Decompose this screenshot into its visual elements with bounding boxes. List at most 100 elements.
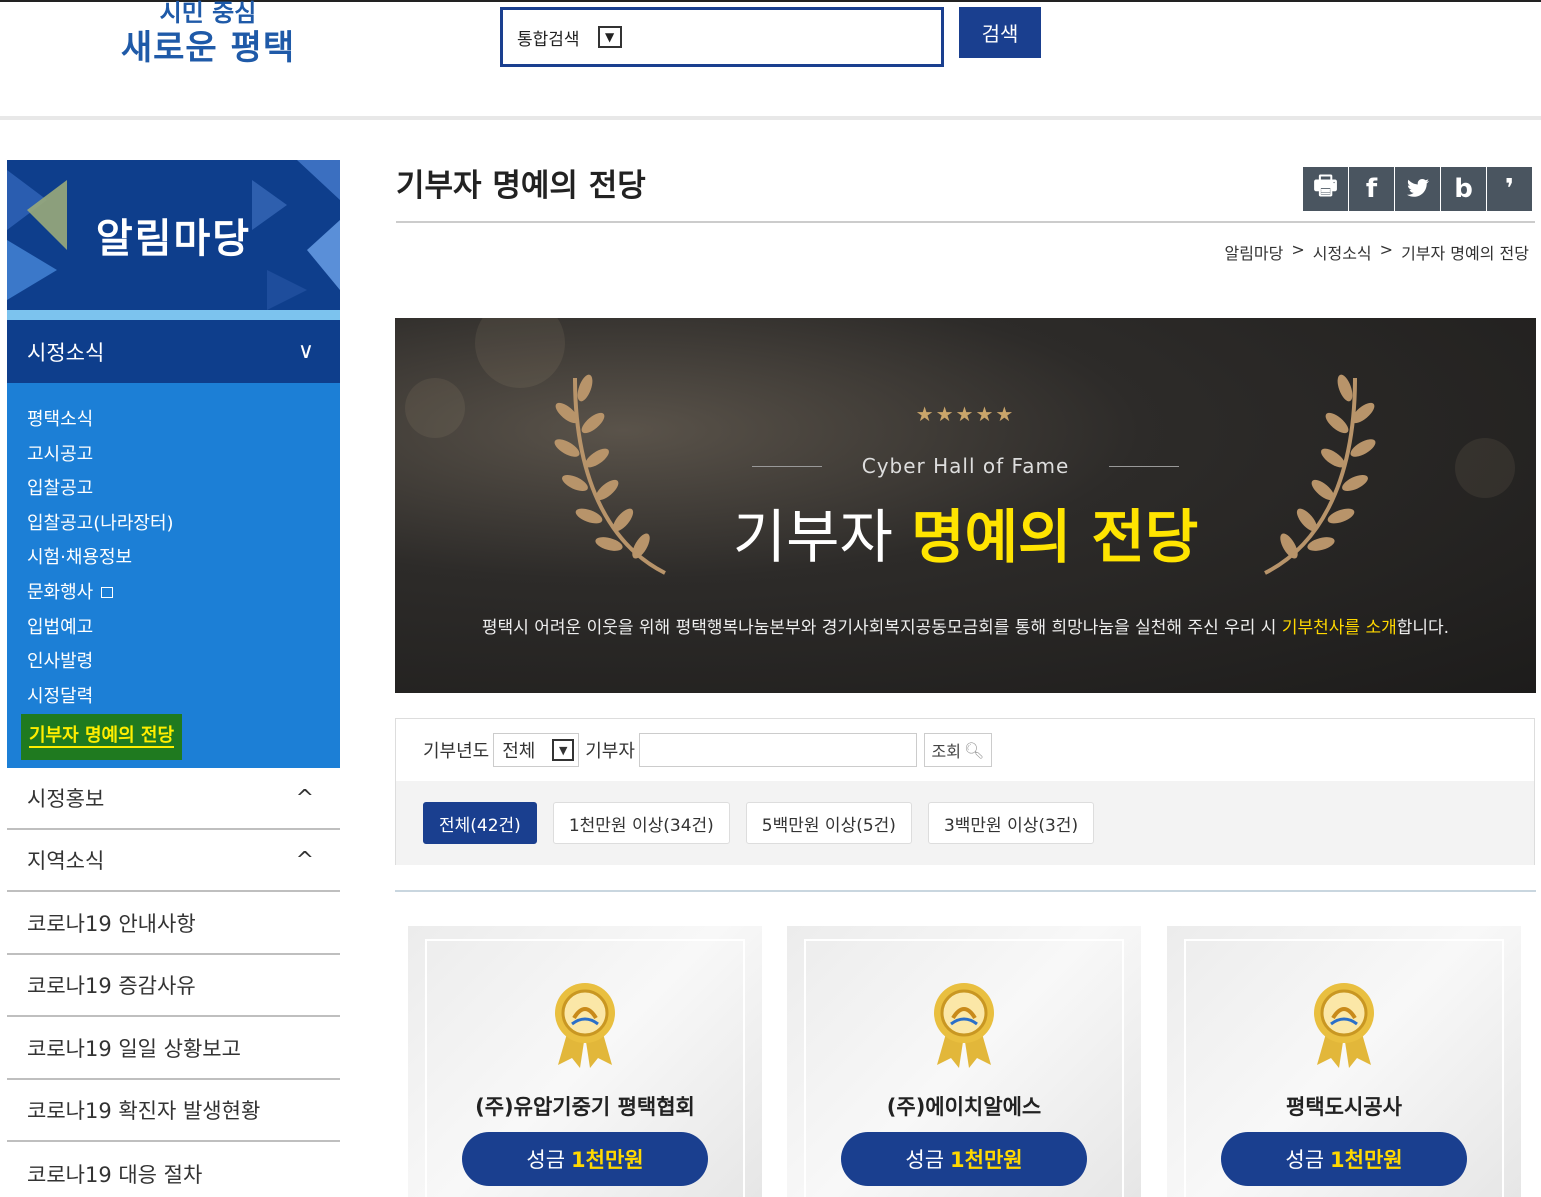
year-select-value: 전체 [502,741,536,762]
donation-badge: 성금 1천만원 [1221,1132,1467,1186]
search-icon: 🔍︎ [964,740,985,760]
breadcrumb-item[interactable]: 시정소식 [1313,240,1372,264]
year-label: 기부년도 [423,741,490,762]
share-toolbar: 🖶 f b ❜ [1303,167,1532,211]
chevron-down-icon: ▼ [597,26,622,48]
stars-icon: ★★★★★ [915,402,1016,426]
donor-card[interactable]: (주)에이치알에스 성금 1천만원 [787,926,1141,1197]
chevron-down-icon: ▼ [552,739,575,761]
donor-card[interactable]: 평택도시공사 성금 1천만원 [1167,926,1521,1197]
hero-banner: ★★★★★ Cyber Hall of Fame 기부자 명예의 전당 평택시 … [395,318,1536,693]
search-button[interactable]: 검색 [959,7,1041,58]
donor-label: 기부자 [585,741,635,762]
header-divider [0,116,1541,120]
hero-title: 기부자 명예의 전당 [395,490,1536,574]
print-icon[interactable]: 🖶 [1303,167,1348,211]
sidebar-category[interactable]: 시정홍보 ^ [7,768,340,830]
site-logo[interactable]: 시민 중심 새로운 평택 [118,0,298,70]
breadcrumb-separator: > [1291,240,1305,259]
amount-tabs: 전체(42건) 1천만원 이상(34건) 5백만원 이상(5건) 3백만원 이상… [396,781,1534,865]
donation-amount: 1천만원 [950,1148,1023,1172]
hero-desc-suffix: 합니다. [1396,618,1450,638]
sidebar-banner: 알림마당 [7,160,340,310]
chevron-up-icon: ^ [295,847,314,873]
sidebar-category-label: 코로나19 대응 절차 [27,1163,203,1187]
new-window-icon [101,587,114,599]
tab-3m[interactable]: 3백만원 이상(3건) [927,802,1095,844]
donation-type: 성금 [526,1148,566,1172]
donation-type: 성금 [1285,1148,1325,1172]
sidebar-category[interactable]: 코로나19 확진자 발생현황 [7,1080,340,1142]
list-divider [395,890,1536,892]
blog-icon[interactable]: b [1441,167,1486,211]
chevron-up-icon: ^ [295,785,314,811]
sidebar-category-label: 코로나19 확진자 발생현황 [27,1099,261,1123]
search-scope-select[interactable]: 통합검색 ▼ [517,25,622,50]
search-scope-value: 통합검색 [517,29,580,50]
sidebar-item[interactable]: 시정달력 [7,680,340,715]
sidebar-category[interactable]: 코로나19 대응 절차 [7,1143,340,1197]
sidebar-category-label: 코로나19 증감사유 [27,974,196,998]
sidebar-category[interactable]: 코로나19 증감사유 [7,955,340,1017]
sidebar-item[interactable]: 인사발령 [7,645,340,680]
donor-name: (주)유압기중기 평택협회 [475,1095,695,1119]
donor-name: 평택도시공사 [1286,1095,1402,1119]
sidebar-item[interactable]: 시험·채용정보 [7,541,340,576]
tab-10m[interactable]: 1천만원 이상(34건) [552,802,730,844]
sidebar-banner-strip [7,310,340,320]
search-box[interactable]: 통합검색 ▼ [500,7,944,67]
sidebar-item[interactable]: 고시공고 [7,438,340,473]
hero-rule [1109,465,1180,467]
sidebar-banner-title: 알림마당 [95,216,252,262]
sidebar-item[interactable]: 평택소식 [7,403,340,438]
sidebar-item[interactable]: 입법예고 [7,611,340,646]
sidebar-item-active[interactable]: 기부자 명예의 전당 [21,714,183,761]
hero-desc-prefix: 평택시 어려운 이웃을 위해 평택행복나눔본부와 경기사회복지공동모금회를 통해… [481,618,1282,638]
tab-all[interactable]: 전체(42건) [423,802,537,844]
sidebar-item-label: 문화행사 [27,581,94,603]
kakao-icon[interactable]: ❜ [1487,167,1532,211]
donor-card[interactable]: (주)유압기중기 평택협회 성금 1천만원 [408,926,762,1197]
query-button[interactable]: 조회 🔍︎ [923,733,992,767]
sidebar-item[interactable]: 입찰공고(나라장터) [7,507,340,542]
donation-badge: 성금 1천만원 [841,1132,1087,1186]
filter-panel: 기부년도 전체 ▼ 기부자 조회 🔍︎ 전체(42건) 1천만원 이상(34건)… [395,718,1535,865]
logo-line1: 시민 중심 [159,0,257,27]
facebook-icon[interactable]: f [1349,167,1394,211]
chevron-down-icon: ∨ [297,339,314,364]
sidebar-category[interactable]: 코로나19 일일 상황보고 [7,1018,340,1080]
sidebar-category-label: 코로나19 일일 상황보고 [27,1037,241,1061]
sidebar-category-open[interactable]: 시정소식 ∨ [7,320,340,383]
donation-type: 성금 [905,1148,945,1172]
page-title: 기부자 명예의 전당 [396,168,646,204]
medal-icon [1314,983,1374,1068]
breadcrumb-current: 기부자 명예의 전당 [1401,244,1529,263]
breadcrumb-separator: > [1379,240,1394,259]
query-button-label: 조회 [931,742,961,761]
donor-name: (주)에이치알에스 [886,1095,1042,1119]
sidebar-submenu: 평택소식 고시공고 입찰공고 입찰공고(나라장터) 시험·채용정보 문화행사 입… [7,383,340,768]
medal-icon [555,983,615,1068]
breadcrumb-item[interactable]: 알림마당 [1224,240,1283,264]
sidebar-category[interactable]: 코로나19 안내사항 [7,893,340,955]
donation-badge: 성금 1천만원 [462,1132,708,1186]
hero-subtitle-row: Cyber Hall of Fame [395,454,1536,478]
sidebar-category-label: 지역소식 [27,849,105,873]
hero-title-yellow: 명예의 전당 [911,503,1199,571]
sidebar-category-label: 시정홍보 [27,787,105,811]
medal-icon [934,983,994,1068]
donation-amount: 1천만원 [1330,1148,1403,1172]
logo-line2: 새로운 평택 [120,28,296,68]
year-select[interactable]: 전체 ▼ [493,733,580,767]
hero-subtitle: Cyber Hall of Fame [861,454,1070,478]
sidebar-item-external[interactable]: 문화행사 [7,576,340,611]
donation-amount: 1천만원 [571,1148,644,1172]
sidebar-item[interactable]: 입찰공고 [7,472,340,507]
breadcrumb: 알림마당 > 시정소식 > 기부자 명예의 전당 [1224,240,1529,264]
sidebar-category[interactable]: 지역소식 ^ [7,830,340,892]
sidebar-category-label: 시정소식 [27,340,105,365]
twitter-icon[interactable] [1395,167,1440,211]
donor-input[interactable] [638,733,917,767]
tab-5m[interactable]: 5백만원 이상(5건) [745,802,912,844]
title-divider [396,221,1535,223]
